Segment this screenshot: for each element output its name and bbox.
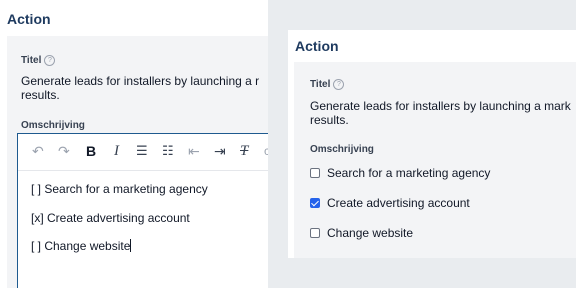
outdent-icon[interactable]: ⇤ [188,143,200,159]
redo-icon[interactable]: ↷ [58,143,70,159]
help-icon[interactable]: ? [44,55,56,66]
indent-icon[interactable]: ⇥ [214,143,226,159]
panel-title: Action [295,38,339,54]
bold-icon[interactable]: B [86,143,96,159]
numbered-list-icon[interactable]: ☷ [162,143,174,159]
panel-title: Action [7,11,51,27]
checkbox-checked[interactable] [310,198,320,208]
undo-icon[interactable]: ↶ [32,143,44,159]
help-icon[interactable]: ? [333,79,345,90]
checklist-item[interactable]: Create advertising account [310,196,470,210]
editor-line[interactable]: [ ] Search for a marketing agency [31,182,208,196]
titel-label: Titel? [310,79,345,90]
titel-value-line-2: results. [310,113,349,127]
checklist-item[interactable]: Change website [310,226,413,240]
omschrijving-label: Omschrijving [21,120,85,131]
bullet-list-icon[interactable]: ☰ [136,143,148,159]
description-editor[interactable]: ↶ ↷ B I ☰ ☷ ⇤ ⇥ T c [ ] Search for a mar… [17,133,268,288]
titel-value-line-1: Generate leads for installers by launchi… [310,99,571,113]
edit-action-panel: Action Titel? Generate leads for install… [0,0,268,288]
checkbox-unchecked[interactable] [310,168,320,178]
editor-toolbar: ↶ ↷ B I ☰ ☷ ⇤ ⇥ T c [18,134,268,171]
titel-label: Titel? [21,55,56,66]
clear-format-icon[interactable]: T [240,143,248,159]
italic-icon[interactable]: I [114,143,119,159]
titel-value-line-2: results. [21,88,60,102]
editor-line-with-caret[interactable]: [ ] Change website [31,239,132,253]
editor-line[interactable]: [x] Create advertising account [31,211,190,225]
text-caret [130,239,132,252]
checkbox-unchecked[interactable] [310,228,320,238]
titel-value-line-1: Generate leads for installers by launchi… [21,74,260,88]
preview-action-panel: Action Titel? Generate leads for install… [288,30,576,258]
omschrijving-label: Omschrijving [310,144,374,155]
checklist-item[interactable]: Search for a marketing agency [310,166,490,180]
